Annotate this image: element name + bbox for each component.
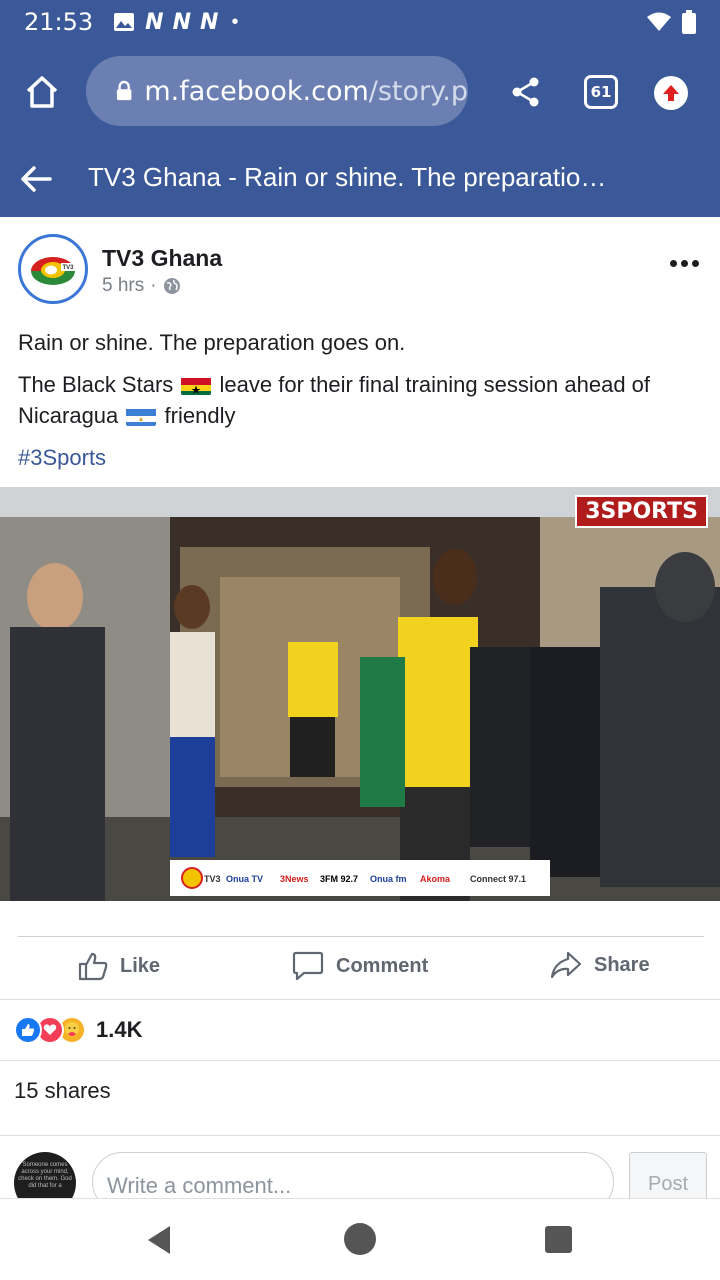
user-avatar: Someone comes across your mind, check on… bbox=[14, 1152, 76, 1198]
post-line-2: The Black Stars leave for their final tr… bbox=[18, 369, 708, 431]
hashtag-link[interactable]: #3Sports bbox=[18, 442, 708, 473]
divider bbox=[0, 999, 720, 1000]
page-header: TV3 Ghana - Rain or shine. The preparati… bbox=[0, 140, 720, 217]
post-actions: Like Comment Share bbox=[0, 937, 720, 999]
shares-count[interactable]: 15 shares bbox=[14, 1078, 111, 1104]
notification-icons: N N N • bbox=[113, 10, 238, 35]
post-text-segment: friendly bbox=[164, 403, 236, 428]
dot-icon bbox=[680, 259, 688, 267]
browser-toolbar: m.facebook.com/story.p 61 bbox=[0, 44, 720, 140]
divider bbox=[0, 1060, 720, 1061]
comment-button[interactable]: Comment bbox=[292, 951, 428, 981]
status-time: 21:53 bbox=[24, 8, 94, 36]
comment-label: Comment bbox=[336, 954, 429, 977]
post-text: Rain or shine. The preparation goes on. … bbox=[18, 327, 708, 484]
ticker-logo: TV3 bbox=[204, 874, 221, 884]
ticker-logo: 3News bbox=[280, 874, 309, 884]
globe-icon bbox=[163, 278, 180, 294]
like-button[interactable]: Like bbox=[78, 951, 160, 981]
reactions-summary[interactable]: 1.4K bbox=[14, 1015, 142, 1045]
lock-icon bbox=[116, 80, 132, 101]
url-bar[interactable]: m.facebook.com/story.p bbox=[86, 56, 468, 126]
post-video[interactable]: 3SPORTS bbox=[0, 487, 720, 901]
back-arrow-icon[interactable] bbox=[20, 164, 52, 194]
nav-home-icon[interactable] bbox=[344, 1223, 376, 1255]
ticker-logo: Connect 97.1 bbox=[470, 874, 526, 884]
share-label: Share bbox=[594, 953, 650, 976]
tab-count: 61 bbox=[590, 83, 612, 101]
ticker-logo: Onua fm bbox=[370, 874, 407, 884]
ticker-logo: Onua TV bbox=[226, 874, 263, 884]
post-comment-button[interactable]: Post bbox=[629, 1152, 707, 1198]
nicaragua-flag-icon bbox=[126, 406, 157, 426]
url-host: m.facebook.com bbox=[144, 75, 369, 107]
share-button[interactable]: Share bbox=[550, 951, 650, 979]
more-options-button[interactable] bbox=[664, 253, 704, 273]
wifi-icon bbox=[647, 12, 671, 31]
ghana-flag-icon bbox=[181, 375, 212, 395]
avatar-label: TV3 bbox=[62, 265, 74, 271]
status-bar: 21:53 N N N • bbox=[0, 0, 720, 44]
comment-composer: Someone comes across your mind, check on… bbox=[0, 1136, 720, 1198]
arrow-up-icon bbox=[663, 85, 679, 101]
post-time[interactable]: 5 hrs bbox=[102, 275, 144, 297]
comment-icon bbox=[292, 951, 324, 981]
dot-icon bbox=[691, 259, 699, 267]
video-frame bbox=[0, 487, 720, 901]
like-label: Like bbox=[120, 954, 161, 977]
3sports-badge: 3SPORTS bbox=[575, 495, 708, 528]
post-text-segment: The Black Stars bbox=[18, 372, 174, 397]
page-title: TV3 Ghana - Rain or shine. The preparati… bbox=[88, 162, 607, 192]
tabs-button[interactable]: 61 bbox=[584, 75, 618, 109]
post-header: TV3 TV3 Ghana 5 hrs · bbox=[0, 217, 720, 317]
system-nav-bar bbox=[0, 1198, 720, 1280]
ticker-logo: 3FM 92.7 bbox=[320, 874, 358, 884]
nav-back-icon[interactable] bbox=[146, 1225, 172, 1255]
battery-icon bbox=[682, 10, 696, 34]
post-meta: 5 hrs · bbox=[102, 275, 181, 297]
ticker-logo: Akoma bbox=[420, 874, 451, 884]
comment-input[interactable]: Write a comment... bbox=[92, 1152, 614, 1198]
meta-separator: · bbox=[150, 275, 157, 296]
nav-recents-icon[interactable] bbox=[545, 1226, 572, 1253]
share-icon[interactable] bbox=[510, 76, 542, 108]
broadcaster-logo-strip: TV3 Onua TV 3News 3FM 92.7 Onua fm Akoma… bbox=[170, 860, 550, 896]
post-line-1: Rain or shine. The preparation goes on. bbox=[18, 330, 406, 355]
page-name[interactable]: TV3 Ghana bbox=[102, 245, 222, 272]
reaction-count: 1.4K bbox=[96, 1017, 143, 1042]
home-icon[interactable] bbox=[24, 74, 60, 110]
carrier-icon: N bbox=[145, 9, 163, 35]
dot-icon bbox=[669, 259, 677, 267]
update-button[interactable] bbox=[654, 76, 688, 110]
carrier-icon: N bbox=[172, 9, 191, 35]
like-reaction-icon bbox=[14, 1016, 42, 1044]
share-arrow-icon bbox=[550, 951, 582, 979]
page-avatar[interactable]: TV3 bbox=[18, 234, 88, 304]
tv3-logo: TV3 bbox=[31, 257, 75, 285]
thumbs-up-icon bbox=[78, 952, 108, 981]
url-path: /story.p bbox=[368, 75, 468, 107]
gallery-icon bbox=[114, 13, 135, 31]
carrier-icon: N bbox=[200, 9, 218, 35]
notification-dot: • bbox=[231, 10, 239, 33]
